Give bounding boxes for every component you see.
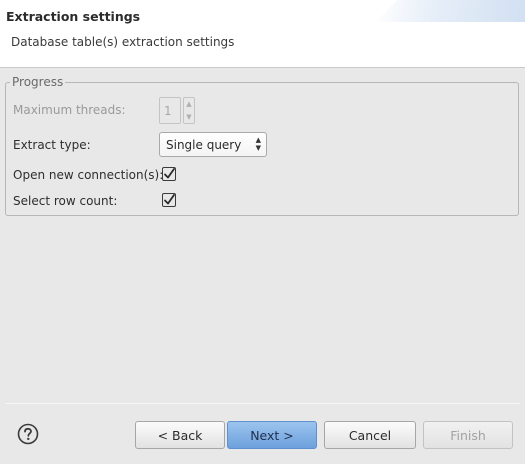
progress-group-legend: Progress — [10, 75, 66, 90]
checkmark-icon — [162, 167, 176, 181]
page-description: Database table(s) extraction settings — [11, 35, 235, 49]
max-threads-value[interactable]: 1 — [159, 97, 181, 124]
extract-type-value: Single query — [166, 138, 242, 152]
footer-separator — [5, 403, 520, 404]
header-banner-decoration — [375, 0, 525, 22]
back-button[interactable]: < Back — [135, 421, 225, 449]
progress-group: Progress Maximum threads: 1 ▲ ▼ Extract … — [5, 75, 519, 216]
select-row-count-label: Select row count: — [13, 194, 118, 208]
extract-type-label: Extract type: — [13, 138, 91, 152]
select-row-count-checkbox[interactable] — [161, 192, 177, 208]
page-title: Extraction settings — [6, 9, 141, 24]
open-new-connections-label: Open new connection(s): — [13, 168, 164, 182]
max-threads-label: Maximum threads: — [13, 103, 126, 117]
spinner-up-icon[interactable]: ▲ — [186, 100, 191, 108]
max-threads-spinner[interactable]: 1 ▲ ▼ — [159, 97, 195, 124]
extract-type-select[interactable]: Single query ▲ ▼ — [159, 132, 267, 157]
open-new-connections-checkbox[interactable] — [161, 166, 177, 182]
spinner-down-icon[interactable]: ▼ — [186, 113, 191, 121]
next-button[interactable]: Next > — [227, 421, 317, 449]
checkmark-icon — [162, 193, 176, 207]
cancel-button[interactable]: Cancel — [324, 421, 416, 449]
wizard-header: Extraction settings Database table(s) ex… — [0, 0, 525, 68]
max-threads-stepper[interactable]: ▲ ▼ — [183, 97, 195, 124]
combo-arrows-icon: ▲ ▼ — [255, 136, 261, 152]
finish-button[interactable]: Finish — [423, 421, 513, 449]
help-button[interactable] — [17, 423, 39, 445]
help-icon — [17, 423, 39, 445]
